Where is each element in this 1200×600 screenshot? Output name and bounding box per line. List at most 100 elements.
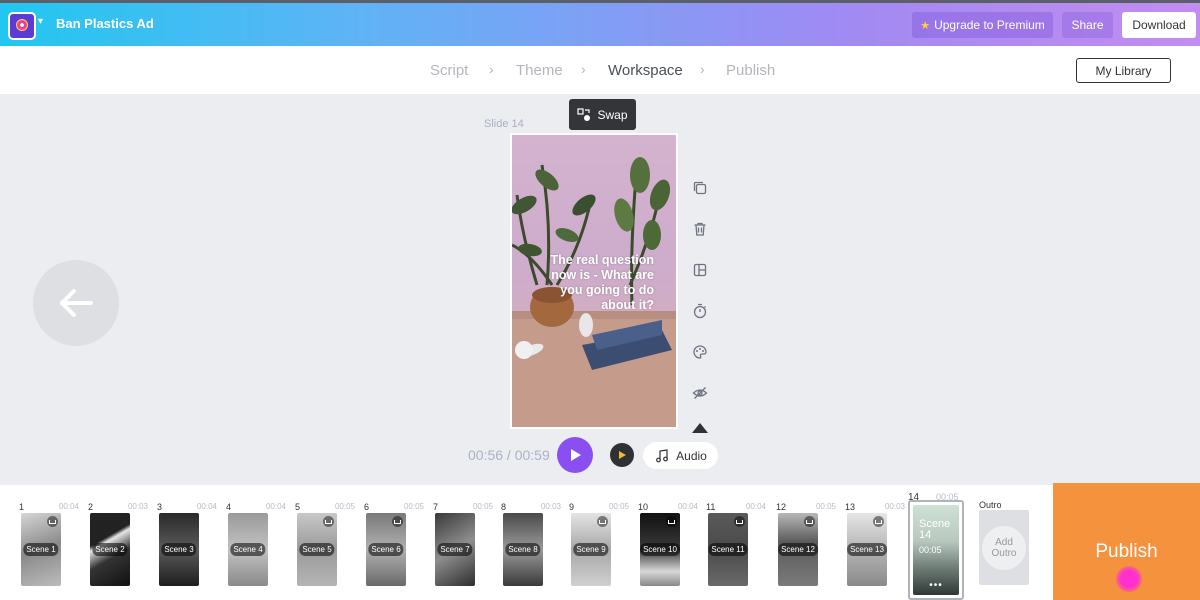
scene-card-14-active[interactable]: Scene 14 00:05 ••• [908,500,964,600]
app-logo[interactable] [8,12,36,40]
scene-label: Scene 7 [437,543,473,556]
scene-label: Scene 5 [299,543,335,556]
scene-number: 11 [706,502,716,512]
scene-card-6[interactable]: 6 00:05 Scene 6 [364,485,424,600]
scene-card-1[interactable]: 1 00:04 Scene 1 [19,485,79,600]
playback-time: 00:56 / 00:59 [468,447,550,463]
scene-number: 9 [569,502,575,512]
scene-number: 7 [433,502,439,512]
preview-scene-button[interactable] [610,443,634,467]
star-icon: ★ [920,19,931,32]
timer-icon[interactable] [688,299,712,323]
slide-label: Slide 14 [484,118,524,130]
scene-card-11[interactable]: 11 00:04 Scene 11 [706,485,766,600]
chevron-down-icon[interactable]: ▾ [38,16,43,27]
play-icon [619,451,626,459]
scene-thumbnail: Scene 2 [90,513,130,586]
scene-duration: 00:05 [608,502,629,511]
add-outro-button[interactable]: Add Outro [982,525,1026,570]
scene-card-8[interactable]: 8 00:03 Scene 8 [501,485,561,600]
project-title[interactable]: Ban Plastics Ad [56,16,154,31]
scene-label: Scene 4 [230,543,266,556]
scene-thumbnail: Scene 11 [708,513,748,586]
scene-card-7[interactable]: 7 00:05 Scene 7 [433,485,493,600]
scene-thumbnail: Scene 9 [571,513,611,586]
scene-thumbnail: Scene 4 [228,513,268,586]
scene-duration: 00:05 [334,502,355,511]
share-button[interactable]: Share [1062,12,1113,38]
crown-icon [734,516,745,527]
palette-icon[interactable] [688,340,712,364]
upgrade-button[interactable]: ★ Upgrade to Premium [912,12,1053,38]
scene-card-5[interactable]: 5 00:05 Scene 5 [295,485,355,600]
scene-thumbnail: Scene 5 [297,513,337,586]
play-icon [571,449,581,461]
duplicate-icon[interactable] [688,176,712,200]
scene-card-12[interactable]: 12 00:05 Scene 12 [776,485,836,600]
scene-card-13[interactable]: 13 00:03 Scene 13 [845,485,905,600]
scene-label: Scene 13 [847,543,887,556]
collapse-icon[interactable] [688,416,712,440]
publish-label: Publish [1095,540,1158,562]
crown-icon [666,516,677,527]
slide-preview[interactable]: The real question now is - What are you … [510,133,678,429]
scene-card-2[interactable]: 2 00:03 Scene 2 [88,485,148,600]
scene-label: Scene 2 [92,543,128,556]
scene-label: Scene 8 [505,543,541,556]
top-bar: ▾ Ban Plastics Ad ★ Upgrade to Premium S… [0,0,1200,46]
music-note-icon [656,448,669,462]
hide-icon[interactable] [688,381,712,405]
arrow-left-icon [60,289,93,317]
scene-thumbnail: Scene 3 [159,513,199,586]
audio-label: Audio [676,448,707,463]
scene-thumbnail: Scene 8 [503,513,543,586]
scene-duration: 00:05 [472,502,493,511]
previous-slide-button[interactable] [33,260,119,346]
audio-button[interactable]: Audio [643,442,718,469]
scene-thumbnail: Scene 13 [847,513,887,586]
layout-icon[interactable] [688,258,712,282]
scene-number: 12 [776,502,787,512]
scene-thumbnail: Scene 10 [640,513,680,586]
download-button[interactable]: Download [1122,12,1196,38]
scene-number: 6 [364,502,370,512]
step-navigation: Script › Theme › Workspace › Publish My … [0,46,1200,94]
step-theme[interactable]: Theme [516,62,563,79]
scene-label: Scene 6 [368,543,404,556]
outro-label: Outro [979,500,1002,510]
scene-number: 8 [501,502,507,512]
outro-slot[interactable]: Add Outro [979,510,1029,585]
chevron-right-icon: › [581,61,586,77]
scene-number: 1 [19,502,25,512]
step-script[interactable]: Script [430,62,468,79]
crown-icon [873,516,884,527]
scene-thumbnail: Scene 1 [21,513,61,586]
swap-icon [577,107,591,121]
more-options-icon[interactable]: ••• [913,580,959,591]
step-publish[interactable]: Publish [726,62,775,79]
scene-card-9[interactable]: 9 00:05 Scene 9 [569,485,629,600]
trash-icon[interactable] [688,217,712,241]
scene-number: 13 [845,502,856,512]
crown-icon [392,516,403,527]
chevron-right-icon: › [700,61,705,77]
scene-card-3[interactable]: 3 00:04 Scene 3 [157,485,217,600]
scene-duration: 00:03 [127,502,148,511]
scene-number: 4 [226,502,232,512]
scene-duration: 00:05 [403,502,424,511]
scene-label: Scene 9 [573,543,609,556]
scene-card-4[interactable]: 4 00:04 Scene 4 [226,485,286,600]
crown-icon [597,516,608,527]
scene-duration: 00:03 [540,502,561,511]
scene-card-10[interactable]: 10 00:04 Scene 10 [638,485,698,600]
scene-label: Scene 1 [23,543,59,556]
swap-button[interactable]: Swap [569,99,636,130]
scene-thumbnail: Scene 14 00:05 ••• [913,505,959,595]
step-workspace[interactable]: Workspace [608,62,683,79]
scene-thumbnail: Scene 7 [435,513,475,586]
my-library-button[interactable]: My Library [1076,58,1171,83]
scene-number: 5 [295,502,301,512]
slide-caption[interactable]: The real question now is - What are you … [526,253,655,313]
play-button[interactable] [557,437,593,473]
scene-label: Scene 10 [640,543,680,556]
